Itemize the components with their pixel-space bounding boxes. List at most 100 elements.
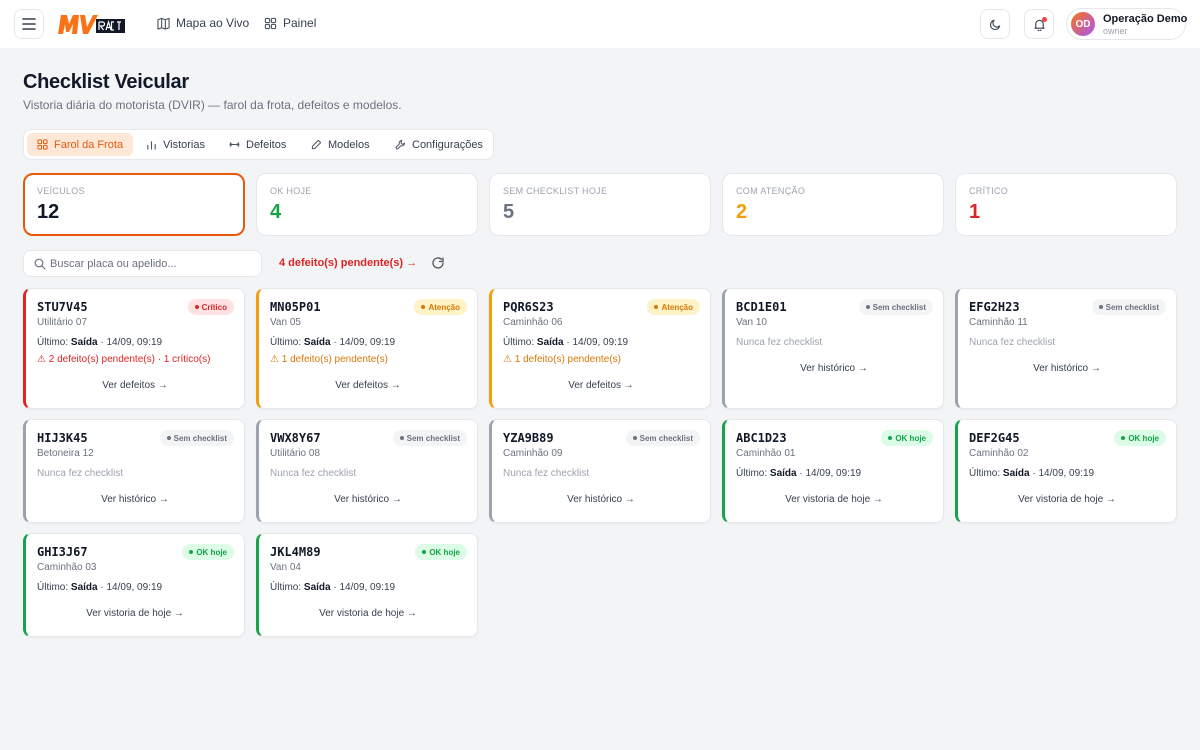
- menu-button[interactable]: [14, 9, 44, 39]
- moon-icon: [989, 19, 1000, 30]
- card-action-link[interactable]: Ver histórico →: [26, 494, 244, 505]
- vehicle-nickname: Caminhão 03: [37, 562, 97, 573]
- tab-fleet-light[interactable]: Farol da Frota: [27, 133, 134, 156]
- vehicle-card[interactable]: PQR6S23 Caminhão 06 Atenção Último: Saída ·…: [489, 288, 711, 409]
- vehicle-card[interactable]: MN05P01 Van 05 Atenção Último: Saída · 14/0…: [256, 288, 478, 409]
- vehicle-nickname: Caminhão 06: [503, 317, 563, 328]
- vehicle-card[interactable]: STU7V45 Utilitário 07 Crítico Último: Saída…: [23, 288, 245, 409]
- tab-defects[interactable]: Defeitos: [219, 133, 296, 156]
- notifications-button[interactable]: [1024, 9, 1054, 39]
- tab-templates[interactable]: Modelos: [301, 133, 380, 156]
- vehicle-card[interactable]: DEF2G45 Caminhão 02 OK hoje Último: Saída ·…: [955, 419, 1177, 523]
- last-prefix: Último:: [37, 337, 69, 348]
- bar-chart-icon: [147, 141, 156, 150]
- logo[interactable]: [56, 11, 126, 37]
- defect-summary: ⚠ 1 defeito(s) pendente(s): [270, 354, 388, 365]
- vehicle-plate: MN05P01: [270, 300, 321, 314]
- vehicle-card[interactable]: ABC1D23 Caminhão 01 OK hoje Último: Saída ·…: [722, 419, 944, 523]
- tab-inspections[interactable]: Vistorias: [136, 133, 215, 156]
- stat-value: 2: [736, 201, 748, 223]
- status-dot-icon: [654, 305, 659, 309]
- card-action-link[interactable]: Ver defeitos →: [259, 380, 477, 391]
- vehicle-plate: HIJ3K45: [37, 431, 88, 445]
- theme-toggle-button[interactable]: [980, 9, 1010, 39]
- user-name: Operação Demo: [1103, 13, 1188, 25]
- last-prefix: Último:: [503, 337, 535, 348]
- never-checked-text: Nunca fez checklist: [503, 468, 590, 479]
- nav-dashboard[interactable]: Painel: [264, 16, 316, 30]
- stat-value: 4: [270, 201, 282, 223]
- vehicle-card[interactable]: HIJ3K45 Betoneira 12 Sem checklist Nunca fe…: [23, 419, 245, 523]
- vehicle-plate: STU7V45: [37, 300, 88, 314]
- user-menu[interactable]: OD Operação Demo owner: [1066, 8, 1188, 40]
- card-action-link[interactable]: Ver defeitos →: [26, 380, 244, 391]
- vehicle-nickname: Caminhão 02: [969, 448, 1029, 459]
- status-badge: Sem checklist: [858, 299, 933, 315]
- tab-settings[interactable]: Configurações: [385, 133, 493, 156]
- search-icon: [34, 258, 46, 270]
- tab-bar: Farol da Frota Vistorias Defeitos Modelo…: [23, 129, 494, 160]
- defect-summary: ⚠ 2 defeito(s) pendente(s) · 1 crítico(s…: [37, 354, 211, 365]
- last-prefix: Último:: [736, 468, 768, 479]
- card-action-link[interactable]: Ver vistoria de hoje →: [958, 494, 1176, 505]
- stat-card[interactable]: CRÍTICO 1: [955, 173, 1177, 236]
- card-action-link[interactable]: Ver histórico →: [725, 363, 943, 374]
- last-inspection: Último: Saída · 14/09, 09:19: [37, 337, 162, 348]
- last-inspection-time: · 14/09, 09:19: [330, 337, 396, 348]
- status-badge: Atenção: [647, 299, 700, 315]
- last-inspection-type: Saída: [70, 582, 98, 593]
- last-inspection: Último: Saída · 14/09, 09:19: [270, 582, 395, 593]
- status-dot-icon: [189, 550, 194, 554]
- nav-live-map[interactable]: Mapa ao Vivo: [157, 16, 249, 30]
- vehicle-plate: JKL4M89: [270, 545, 321, 559]
- last-inspection-type: Saída: [70, 337, 98, 348]
- vehicle-card[interactable]: EFG2H23 Caminhão 11 Sem checklist Nunca fez…: [955, 288, 1177, 409]
- never-checked-text: Nunca fez checklist: [736, 337, 823, 348]
- grid-icon: [37, 139, 48, 150]
- last-inspection: Último: Saída · 14/09, 09:19: [969, 468, 1094, 479]
- status-badge: Sem checklist: [1091, 299, 1166, 315]
- card-action-link[interactable]: Ver defeitos →: [492, 380, 710, 391]
- refresh-icon[interactable]: [431, 256, 445, 270]
- last-inspection-type: Saída: [303, 582, 331, 593]
- search-box[interactable]: [23, 250, 262, 277]
- status-dot-icon: [399, 436, 404, 440]
- vehicle-card[interactable]: GHI3J67 Caminhão 03 OK hoje Último: Saída ·…: [23, 533, 245, 637]
- card-action-link[interactable]: Ver histórico →: [259, 494, 477, 505]
- status-label: OK hoje: [429, 547, 460, 557]
- pending-defects-link[interactable]: 4 defeito(s) pendente(s) →: [279, 257, 417, 269]
- last-inspection-time: · 14/09, 09:19: [97, 337, 163, 348]
- vehicle-plate: YZA9B89: [503, 431, 554, 445]
- card-action-link[interactable]: Ver vistoria de hoje →: [259, 608, 477, 619]
- vehicle-card[interactable]: BCD1E01 Van 10 Sem checklist Nunca fez chec…: [722, 288, 944, 409]
- vehicle-card[interactable]: YZA9B89 Caminhão 09 Sem checklist Nunca fez…: [489, 419, 711, 523]
- card-action-link[interactable]: Ver histórico →: [958, 363, 1176, 374]
- stat-card[interactable]: COM ATENÇÃO 2: [722, 173, 944, 236]
- stat-label: OK HOJE: [270, 186, 312, 196]
- search-input[interactable]: [50, 255, 250, 273]
- card-action-link[interactable]: Ver vistoria de hoje →: [26, 608, 244, 619]
- tab-label: Farol da Frota: [54, 138, 124, 151]
- last-inspection-type: Saída: [303, 337, 331, 348]
- stat-card[interactable]: OK HOJE 4: [256, 173, 478, 236]
- status-badge: OK hoje: [415, 544, 467, 560]
- page-subtitle: Vistoria diária do motorista (DVIR) — fa…: [23, 98, 402, 112]
- card-action-link[interactable]: Ver vistoria de hoje →: [725, 494, 943, 505]
- status-dot-icon: [422, 550, 427, 554]
- last-prefix: Último:: [969, 468, 1001, 479]
- vehicle-card[interactable]: VWX8Y67 Utilitário 08 Sem checklist Nunca f…: [256, 419, 478, 523]
- status-dot-icon: [1098, 305, 1103, 309]
- last-inspection-time: · 14/09, 09:19: [330, 582, 396, 593]
- last-prefix: Último:: [270, 582, 302, 593]
- vehicle-plate: DEF2G45: [969, 431, 1020, 445]
- card-action-link[interactable]: Ver histórico →: [492, 494, 710, 505]
- stat-label: COM ATENÇÃO: [736, 186, 806, 196]
- status-dot-icon: [632, 436, 637, 440]
- vehicle-plate: BCD1E01: [736, 300, 787, 314]
- stat-card[interactable]: SEM CHECKLIST HOJE 5: [489, 173, 711, 236]
- vehicle-card[interactable]: JKL4M89 Van 04 OK hoje Último: Saída · 14/0…: [256, 533, 478, 637]
- last-inspection: Último: Saída · 14/09, 09:19: [270, 337, 395, 348]
- stat-value: 12: [37, 201, 60, 223]
- stat-card[interactable]: VEÍCULOS 12: [23, 173, 245, 236]
- status-badge: OK hoje: [1114, 430, 1166, 446]
